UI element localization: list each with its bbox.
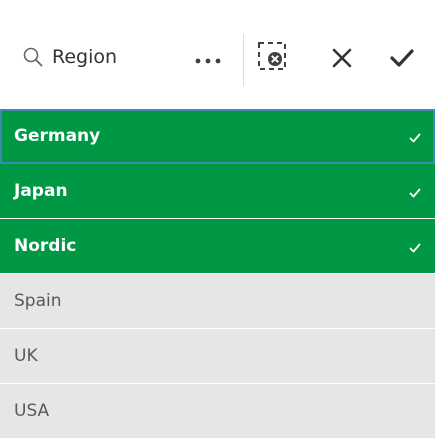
list-item-spain[interactable]: Spain [0, 274, 435, 329]
list-item-germany[interactable]: Germany [0, 109, 435, 164]
list-item-label: Germany [14, 126, 101, 146]
selection-listbox: Region Germany Japan Nordic Spain UK USA [0, 0, 435, 447]
more-options-button[interactable] [188, 44, 228, 74]
search-icon[interactable] [22, 46, 44, 68]
checkmark-icon [389, 47, 415, 73]
checkmark-icon [409, 239, 421, 253]
more-horizontal-icon [194, 50, 222, 69]
list-item-label: Japan [14, 181, 68, 201]
list-item-usa[interactable]: USA [0, 384, 435, 439]
listbox-values: Germany Japan Nordic Spain UK USA [0, 109, 435, 439]
list-item-nordic[interactable]: Nordic [0, 219, 435, 274]
list-item-label: USA [14, 401, 50, 421]
cancel-selection-button[interactable] [324, 42, 360, 78]
listbox-toolbar: Region [0, 0, 435, 124]
list-item-japan[interactable]: Japan [0, 164, 435, 219]
confirm-selection-button[interactable] [382, 42, 422, 78]
list-item-label: Nordic [14, 236, 77, 256]
clear-selection-icon [255, 39, 289, 77]
close-icon [330, 46, 354, 74]
clear-selection-button[interactable] [252, 38, 292, 78]
list-item-uk[interactable]: UK [0, 329, 435, 384]
toolbar-divider [243, 34, 244, 86]
checkmark-icon [409, 184, 421, 198]
list-item-label: UK [14, 346, 38, 366]
list-item-label: Spain [14, 291, 62, 311]
field-title[interactable]: Region [52, 44, 117, 70]
checkmark-icon [409, 129, 421, 143]
